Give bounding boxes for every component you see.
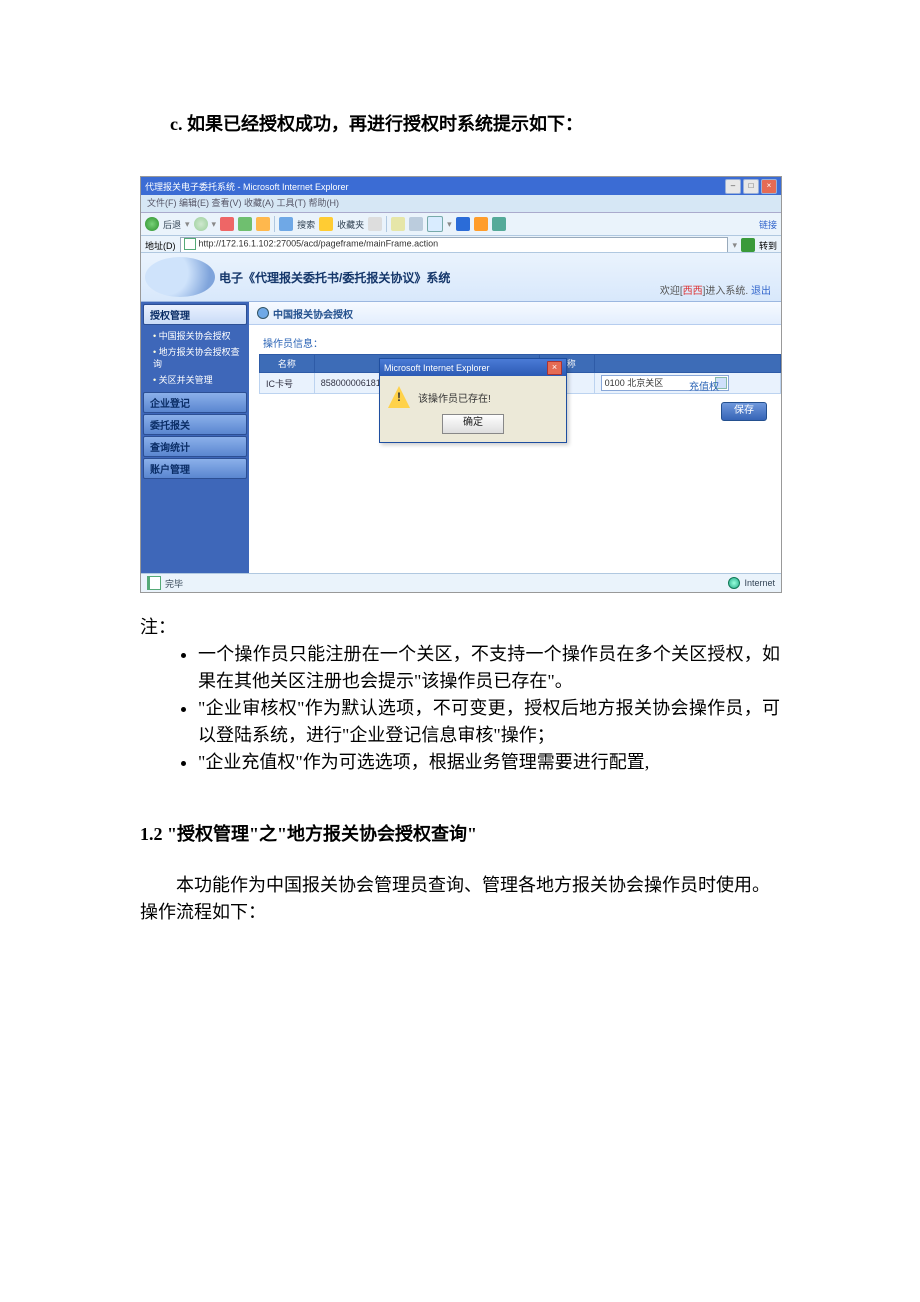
nav-item-zone-merge[interactable]: 关区并关管理: [143, 372, 247, 388]
system-header: 电子《代理报关委托书/委托报关协议》系统 欢迎[西西]进入系统. 退出: [141, 253, 781, 302]
zone-select-cell: 0100 北京关区: [594, 373, 780, 394]
home-icon[interactable]: [256, 217, 270, 231]
note-item-3: "企业充值权"作为可选选项，根据业务管理需要进行配置,: [198, 749, 780, 776]
note-item-1: 一个操作员只能注册在一个关区，不支持一个操作员在多个关区授权，如果在其他关区注册…: [198, 641, 780, 695]
window-title: 代理报关电子委托系统 - Microsoft Internet Explorer: [145, 180, 725, 193]
nav-auth-submenu: 中国报关协会授权 地方报关协会授权查询 关区并关管理: [143, 326, 247, 392]
dialog-message: 该操作员已存在!: [418, 390, 491, 405]
welcome-prefix: 欢迎[: [660, 286, 683, 297]
para-2: 操作流程如下：: [140, 899, 780, 926]
favorites-label[interactable]: 收藏夹: [337, 218, 364, 231]
para-1: 本功能作为中国报关协会管理员查询、管理各地方报关协会操作员时使用。: [140, 872, 780, 899]
nav-entrust-customs[interactable]: 委托报关: [143, 414, 247, 435]
dialog-ok-button[interactable]: 确定: [442, 414, 504, 434]
main-panel: 中国报关协会授权 操作员信息： 名称 名称 IC卡号 8580000061813: [249, 302, 781, 575]
search-label[interactable]: 搜索: [297, 218, 315, 231]
dialog-title-text: Microsoft Internet Explorer: [384, 363, 547, 373]
col-name-1: 名称: [260, 355, 315, 373]
panel-title-icon: [257, 307, 269, 319]
zone-text: Internet: [744, 578, 775, 588]
alert-dialog: Microsoft Internet Explorer × 该操作员已存在! 确…: [379, 358, 567, 443]
page-icon: [184, 238, 196, 250]
section-c-prefix: c.: [170, 114, 187, 134]
col-blank-2: [594, 355, 780, 373]
recharge-right-label: 充值权: [689, 378, 719, 393]
system-title: 电子《代理报关委托书/委托报关协议》系统: [219, 269, 450, 286]
url-value: http://172.16.1.102:27005/acd/pageframe/…: [199, 238, 439, 248]
search-icon[interactable]: [279, 217, 293, 231]
zone-icon: [728, 577, 740, 589]
operator-info-label: 操作员信息：: [249, 325, 781, 354]
back-icon[interactable]: [145, 217, 159, 231]
ext-icon-3[interactable]: [492, 217, 506, 231]
ie-titlebar: 代理报关电子委托系统 - Microsoft Internet Explorer…: [141, 177, 781, 195]
links-label[interactable]: 链接: [759, 218, 777, 231]
nav-item-cn-auth[interactable]: 中国报关协会授权: [143, 328, 247, 344]
notes-list: 一个操作员只能注册在一个关区，不支持一个操作员在多个关区授权，如果在其他关区注册…: [140, 641, 780, 776]
nav-account-mgmt[interactable]: 账户管理: [143, 458, 247, 479]
logout-link[interactable]: 退出: [751, 286, 771, 297]
nav-item-local-auth-query[interactable]: 地方报关协会授权查询: [143, 344, 247, 372]
address-label: 地址(D): [145, 239, 176, 252]
sidebar: 授权管理 中国报关协会授权 地方报关协会授权查询 关区并关管理 企业登记 委托报…: [141, 302, 249, 575]
row-label-ic: IC卡号: [260, 373, 315, 394]
favorites-icon[interactable]: [319, 217, 333, 231]
section-1-2-heading: 1.2 "授权管理"之"地方报关协会授权查询": [140, 820, 780, 846]
ext-icon-1[interactable]: [456, 217, 470, 231]
mail-icon[interactable]: [391, 217, 405, 231]
dialog-close-button[interactable]: ×: [547, 361, 562, 375]
panel-title-text: 中国报关协会授权: [273, 306, 353, 321]
ext-icon-2[interactable]: [474, 217, 488, 231]
nav-auth-mgmt[interactable]: 授权管理: [143, 304, 247, 325]
ie-toolbar: 后退 ▾ ▾ 搜索 收藏夹 ▾ 链接: [141, 213, 781, 236]
welcome-text: 欢迎[西西]进入系统. 退出: [660, 282, 771, 297]
status-done-icon: [147, 576, 161, 590]
dialog-titlebar: Microsoft Internet Explorer ×: [380, 359, 566, 376]
welcome-suffix: ]进入系统.: [703, 286, 751, 297]
ie-statusbar: 完毕 Internet: [141, 573, 781, 592]
print-icon[interactable]: [409, 217, 423, 231]
content-area: 电子《代理报关委托书/委托报关协议》系统 欢迎[西西]进入系统. 退出 授权管理…: [141, 252, 781, 574]
embedded-screenshot: 代理报关电子委托系统 - Microsoft Internet Explorer…: [140, 176, 782, 593]
section-c-text: 如果已经授权成功，再进行授权时系统提示如下：: [187, 114, 583, 134]
note-item-2: "企业审核权"作为默认选项，不可变更，授权后地方报关协会操作员，可以登陆系统，进…: [198, 695, 780, 749]
notes-heading: 注：: [140, 613, 780, 639]
forward-icon[interactable]: [194, 217, 208, 231]
stop-icon[interactable]: [220, 217, 234, 231]
refresh-icon[interactable]: [238, 217, 252, 231]
section-c-heading: c. 如果已经授权成功，再进行授权时系统提示如下：: [170, 110, 780, 136]
ie-menubar[interactable]: 文件(F) 编辑(E) 查看(V) 收藏(A) 工具(T) 帮助(H): [141, 195, 781, 213]
status-done-text: 完毕: [165, 577, 183, 590]
edit-icon[interactable]: [427, 216, 443, 232]
minimize-button[interactable]: –: [725, 179, 741, 194]
maximize-button[interactable]: □: [743, 179, 759, 194]
go-icon[interactable]: [741, 238, 755, 252]
welcome-user: 西西: [683, 286, 703, 297]
close-button[interactable]: ×: [761, 179, 777, 194]
history-icon[interactable]: [368, 217, 382, 231]
panel-title: 中国报关协会授权: [249, 302, 781, 325]
go-label[interactable]: 转到: [759, 239, 777, 252]
zone-select-value: 0100 北京关区: [605, 378, 664, 388]
address-input[interactable]: http://172.16.1.102:27005/acd/pageframe/…: [180, 237, 729, 253]
system-logo-icon: [145, 257, 215, 297]
nav-query-stats[interactable]: 查询统计: [143, 436, 247, 457]
save-button[interactable]: 保存: [721, 402, 767, 421]
warning-icon: [388, 386, 410, 408]
nav-enterprise-reg[interactable]: 企业登记: [143, 392, 247, 413]
back-label[interactable]: 后退: [163, 218, 181, 231]
